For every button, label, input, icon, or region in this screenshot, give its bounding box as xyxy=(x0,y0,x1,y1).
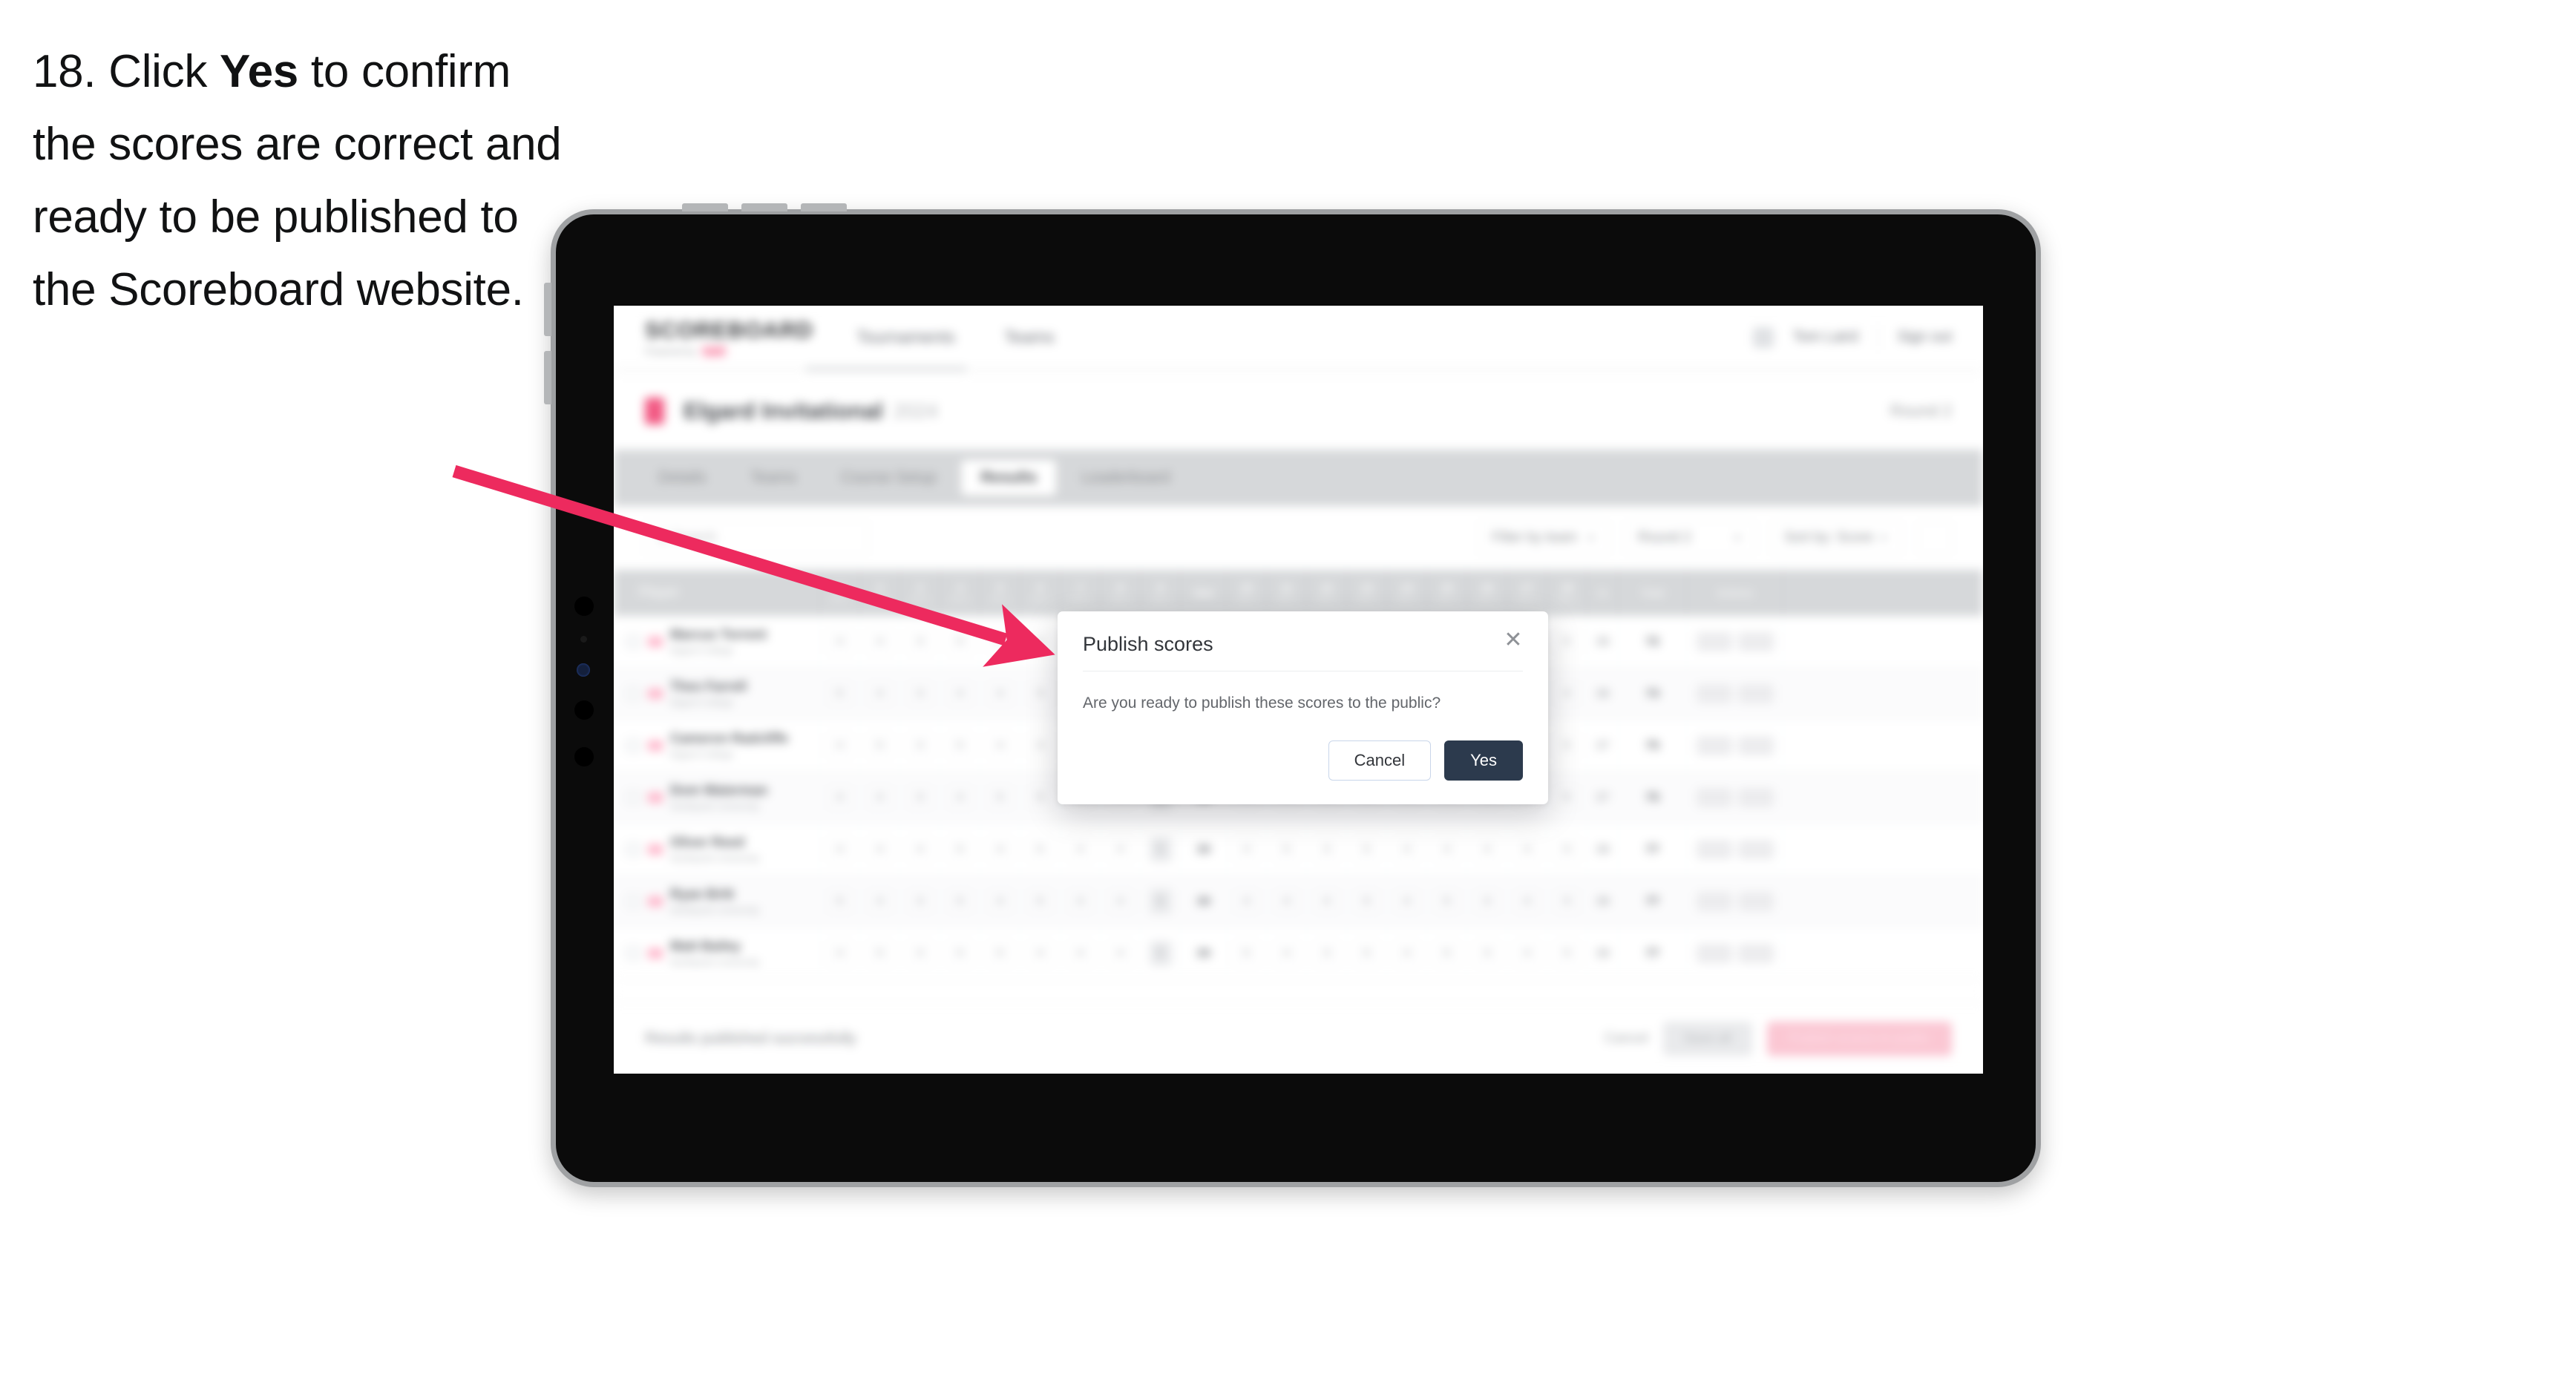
device-volume-down-button[interactable] xyxy=(544,351,551,404)
dialog-footer: Cancel Yes xyxy=(1058,712,1548,804)
instruction-number: 18. xyxy=(33,46,96,97)
page-root: 18. Click Yes to confirm the scores are … xyxy=(0,0,2576,1386)
dialog-message: Are you ready to publish these scores to… xyxy=(1083,694,1441,712)
close-icon[interactable]: ✕ xyxy=(1501,628,1526,653)
device-camera-icon xyxy=(574,597,594,616)
device-lens-icon xyxy=(577,663,590,677)
cancel-button[interactable]: Cancel xyxy=(1328,740,1432,781)
yes-button[interactable]: Yes xyxy=(1444,740,1523,781)
device-volume-up-button[interactable] xyxy=(544,283,551,336)
instruction-text: 18. Click Yes to confirm the scores are … xyxy=(33,36,567,326)
dialog-title: Publish scores xyxy=(1083,633,1213,655)
tablet-screen: SCOREBOARD Powered by Golf Tournaments T… xyxy=(614,306,1983,1074)
tablet-device: SCOREBOARD Powered by Golf Tournaments T… xyxy=(544,203,2041,1187)
publish-scores-dialog: Publish scores ✕ Are you ready to publis… xyxy=(1058,611,1548,804)
device-top-button-1[interactable] xyxy=(682,203,728,211)
device-sensor-icon xyxy=(580,636,587,643)
dialog-body: Are you ready to publish these scores to… xyxy=(1058,671,1548,712)
instruction-before: Click xyxy=(108,46,220,97)
device-speaker-icon xyxy=(574,700,594,720)
device-top-button-2[interactable] xyxy=(741,203,787,211)
device-top-button-3[interactable] xyxy=(801,203,847,211)
instruction-bold-term: Yes xyxy=(219,46,298,97)
modal-layer: Publish scores ✕ Are you ready to publis… xyxy=(614,306,1983,1074)
device-microphone-icon xyxy=(574,747,594,766)
dialog-header: Publish scores ✕ xyxy=(1058,611,1548,671)
